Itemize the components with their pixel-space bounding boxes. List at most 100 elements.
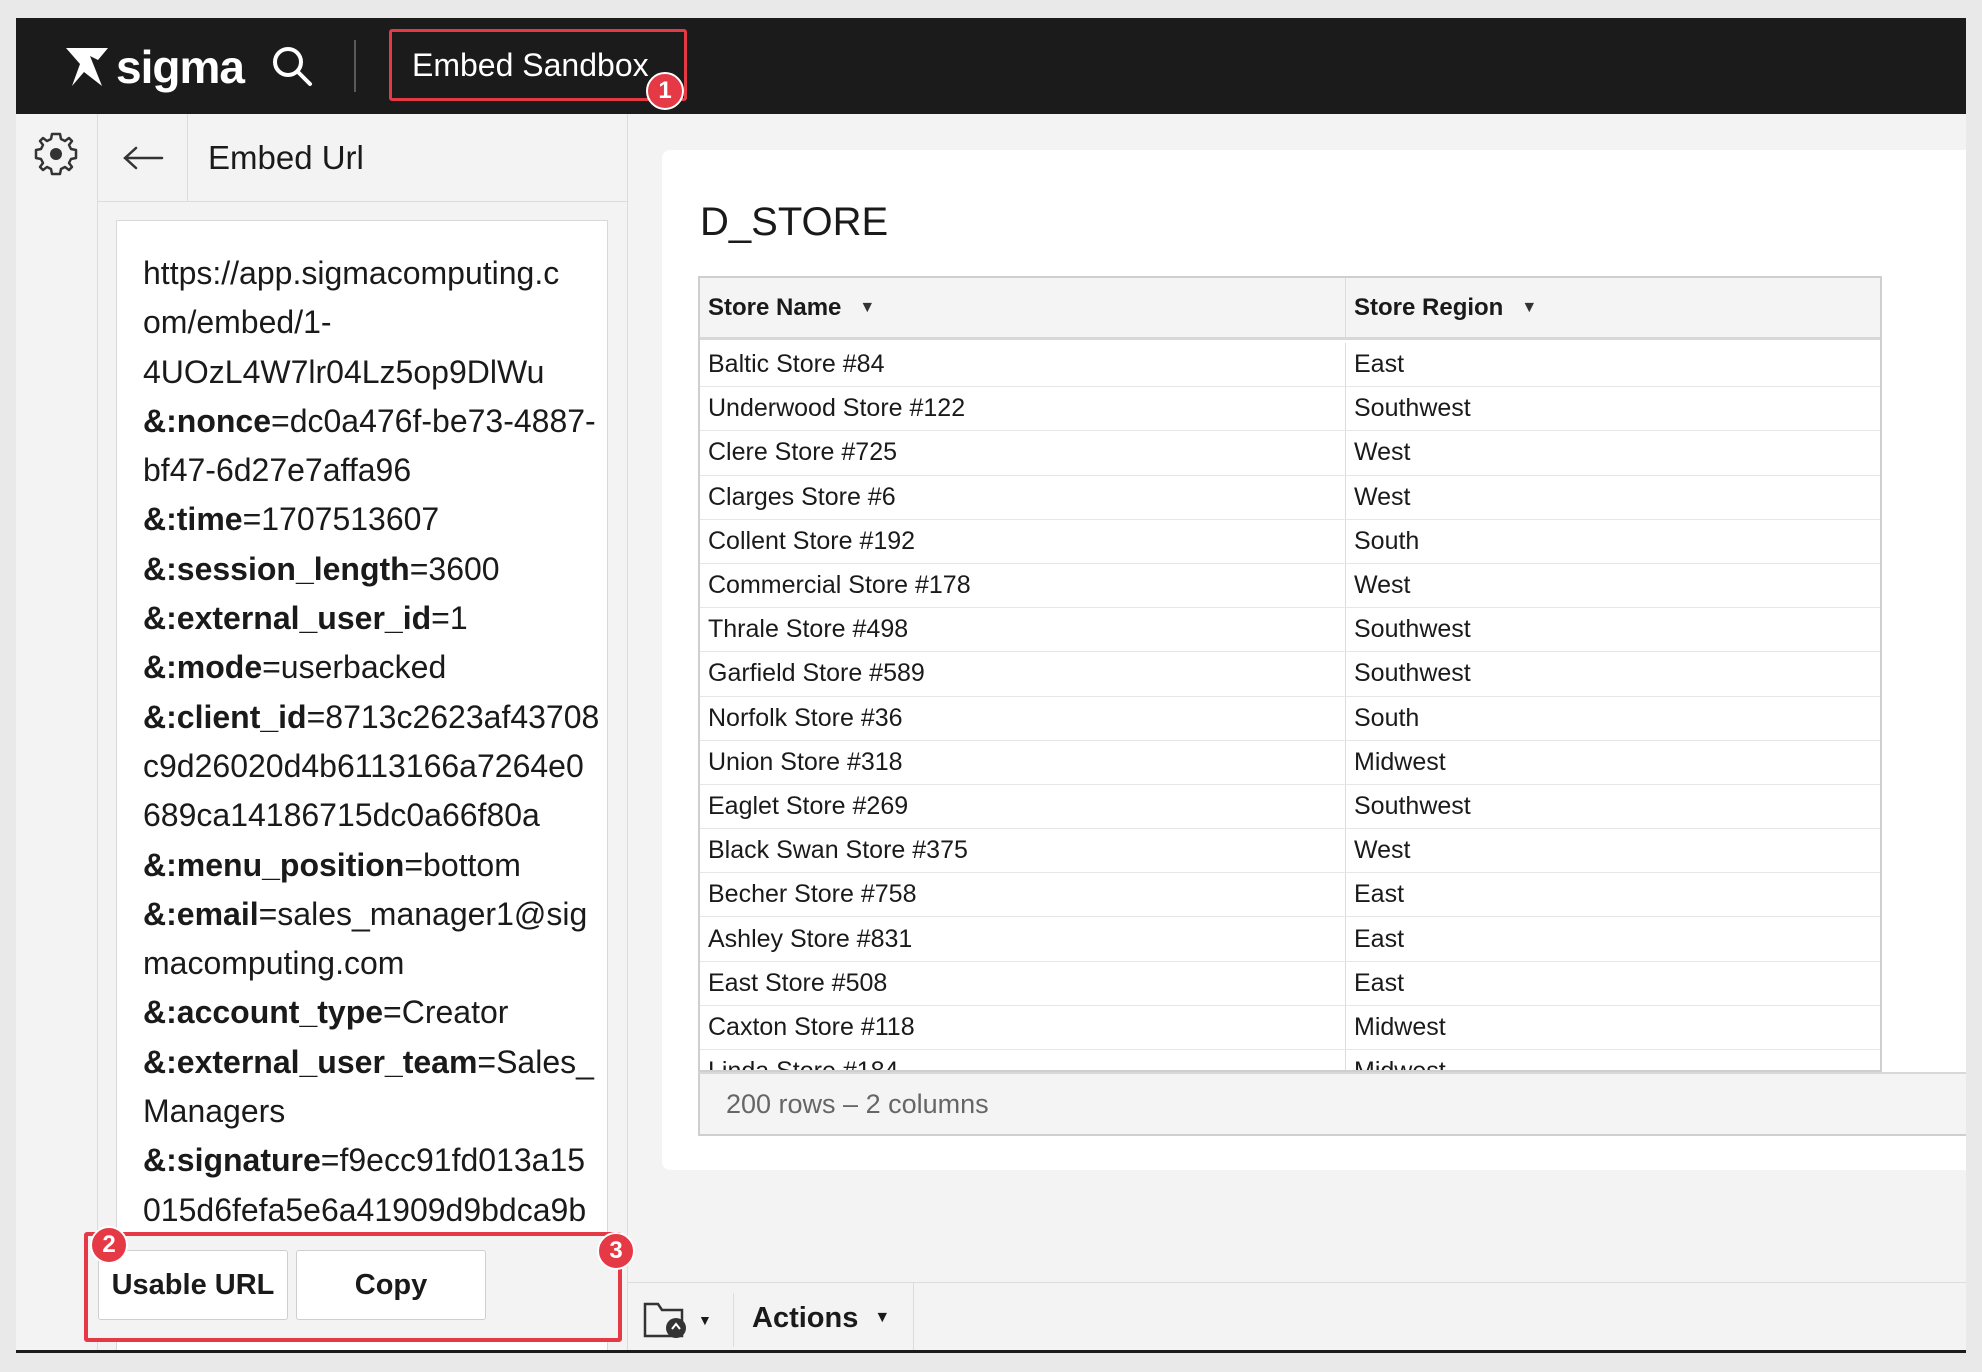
folder-upload-icon [643,1302,686,1338]
store-region-cell: East [1354,880,1405,909]
store-region-cell: Southwest [1354,615,1471,644]
caret-down-icon[interactable]: ▼ [1521,299,1537,317]
table-card: D_STORE Store Name ▼ Store Region ▼ Balt… [662,150,1966,1170]
back-arrow-icon[interactable] [98,113,188,202]
table-row[interactable]: Norfolk Store #36 South [700,696,1880,741]
table-row[interactable]: Thrale Store #498 Southwest [700,608,1880,653]
url-line: &:signature=f9ecc91fd013a15 [143,1136,597,1185]
store-region-cell: Midwest [1354,1057,1446,1072]
store-name-cell: Thrale Store #498 [700,608,1346,652]
url-param-key: &:mode [143,649,263,686]
url-param-key: &:client_id [143,698,307,735]
url-param-value: =1 [431,600,468,637]
caret-down-icon: ▼ [698,1312,712,1328]
table-body: Baltic Store #84 East Underwood Store #122… [700,343,1880,1072]
store-name-cell: Commercial Store #178 [700,563,1346,608]
store-region-cell: Midwest [1354,1012,1446,1041]
store-name-cell: Garfield Store #589 [700,652,1346,696]
column-header-store-region[interactable]: Store Region ▼ [1346,278,1880,337]
store-region-cell: West [1354,482,1411,511]
table-row[interactable]: Eaglet Store #269 Southwest [700,784,1880,830]
table-row[interactable]: Baltic Store #84 East [700,343,1880,388]
usable-url-button[interactable]: Usable URL [98,1250,288,1320]
store-region-cell: West [1354,836,1411,865]
table-row[interactable]: Commercial Store #178 West [700,563,1880,609]
table-row[interactable]: Ashley Store #831 East [700,917,1880,962]
table-row[interactable]: East Store #508 East [700,961,1880,1006]
table-row[interactable]: Union Store #318 Midwest [700,740,1880,785]
url-param-value: =userbacked [262,649,447,686]
url-line: &:email=sales_manager1@sig [143,890,597,939]
url-param-key: &:time [143,501,243,538]
actions-label: Actions [752,1301,859,1334]
store-name-cell: Norfolk Store #36 [700,696,1346,740]
embed-url-text[interactable]: https://app.sigmacomputing.c om/embed/1- 4… [116,220,608,1352]
url-param-value: =bottom [404,846,521,883]
url-param-key: &:signature [143,1142,321,1179]
actions-menu-button[interactable]: Actions ▼ [734,1283,914,1352]
store-region-cell: Midwest [1354,747,1446,776]
embed-url-panel: Embed Url https://app.sigmacomputing.c om… [98,113,628,1352]
url-param-value: =dc0a476f-be73-4887- [271,402,596,439]
url-line: &:external_user_id=1 [143,594,597,643]
table-row[interactable]: Caxton Store #118 Midwest [700,1005,1880,1050]
url-line: &:nonce=dc0a476f-be73-4887- [143,397,597,446]
store-name-cell: Caxton Store #118 [700,1005,1346,1049]
store-region-cell: East [1354,968,1405,997]
table-row[interactable]: Clarges Store #6 West [700,475,1880,520]
annotation-marker-1: 1 [646,72,684,110]
table-row[interactable]: Collent Store #192 South [700,519,1880,564]
url-line: &:menu_position=bottom [143,841,597,890]
store-name-cell: Ashley Store #831 [700,917,1346,961]
url-param-key: &:email [143,895,259,932]
url-param-value: =f9ecc91fd013a15 [320,1142,586,1179]
url-line: c9d26020d4b6113166a7264e0 [143,742,597,791]
store-region-cell: South [1354,703,1420,732]
folder-menu-button[interactable]: ▼ [642,1293,734,1347]
store-name-cell: Black Swan Store #375 [700,829,1346,873]
url-param-value: Managers [143,1093,286,1130]
url-line: 689ca14186715dc0a66f80a [143,791,597,840]
gear-icon[interactable] [32,130,80,178]
table-row[interactable]: Black Swan Store #375 West [700,829,1880,874]
table-row[interactable]: Linda Store #184 Midwest [700,1050,1880,1072]
app-title[interactable]: Embed Sandbox [389,29,687,101]
url-param-value: macomputing.com [143,945,405,982]
bottom-bar: ▼ Actions ▼ [628,1282,1966,1352]
url-param-key: &:session_length [143,550,410,587]
column-header-label: Store Name [708,293,842,321]
url-line: https://app.sigmacomputing.c [143,249,597,298]
table-row[interactable]: Underwood Store #122 Southwest [700,387,1880,432]
table-header: Store Name ▼ Store Region ▼ [700,278,1880,340]
table-row[interactable]: Becher Store #758 East [700,873,1880,918]
left-rail [16,114,98,1352]
copy-button[interactable]: Copy [296,1250,486,1320]
window-bottom-edge [16,1350,1966,1353]
caret-down-icon[interactable]: ▼ [859,299,875,317]
store-name-cell: Clarges Store #6 [700,475,1346,519]
caret-down-icon: ▼ [874,1309,891,1326]
app-title-text: Embed Sandbox [412,46,649,83]
url-param-value: =Creator [383,994,509,1031]
url-action-buttons: Usable URL Copy [84,1232,622,1342]
store-region-cell: East [1354,350,1405,379]
url-line: 4UOzL4W7lr04Lz5op9DlWu [143,348,597,397]
url-param-value: 015d6fefa5e6a41909d9bdca9b [143,1191,587,1228]
url-line: &:session_length=3600 [143,545,597,594]
url-param-value: =Sales_ [477,1043,594,1080]
table-row[interactable]: Garfield Store #589 Southwest [700,652,1880,697]
url-param-value: =8713c2623af43708 [306,698,600,735]
url-param-key: &:account_type [143,994,384,1031]
column-header-store-name[interactable]: Store Name ▼ [700,278,1346,337]
search-icon[interactable] [268,42,316,90]
url-line: om/embed/1- [143,298,597,347]
header-divider [354,40,356,92]
column-header-label: Store Region [1354,293,1504,321]
url-param-value: =3600 [409,550,500,587]
url-line: Managers [143,1087,597,1136]
top-bar: sigma Embed Sandbox 1 [16,18,1966,114]
table-row[interactable]: Clere Store #725 West [700,431,1880,476]
data-table: Store Name ▼ Store Region ▼ Baltic Store… [698,276,1882,1072]
marker-label: 3 [609,1237,623,1264]
sigma-logo[interactable]: sigma [62,40,245,94]
